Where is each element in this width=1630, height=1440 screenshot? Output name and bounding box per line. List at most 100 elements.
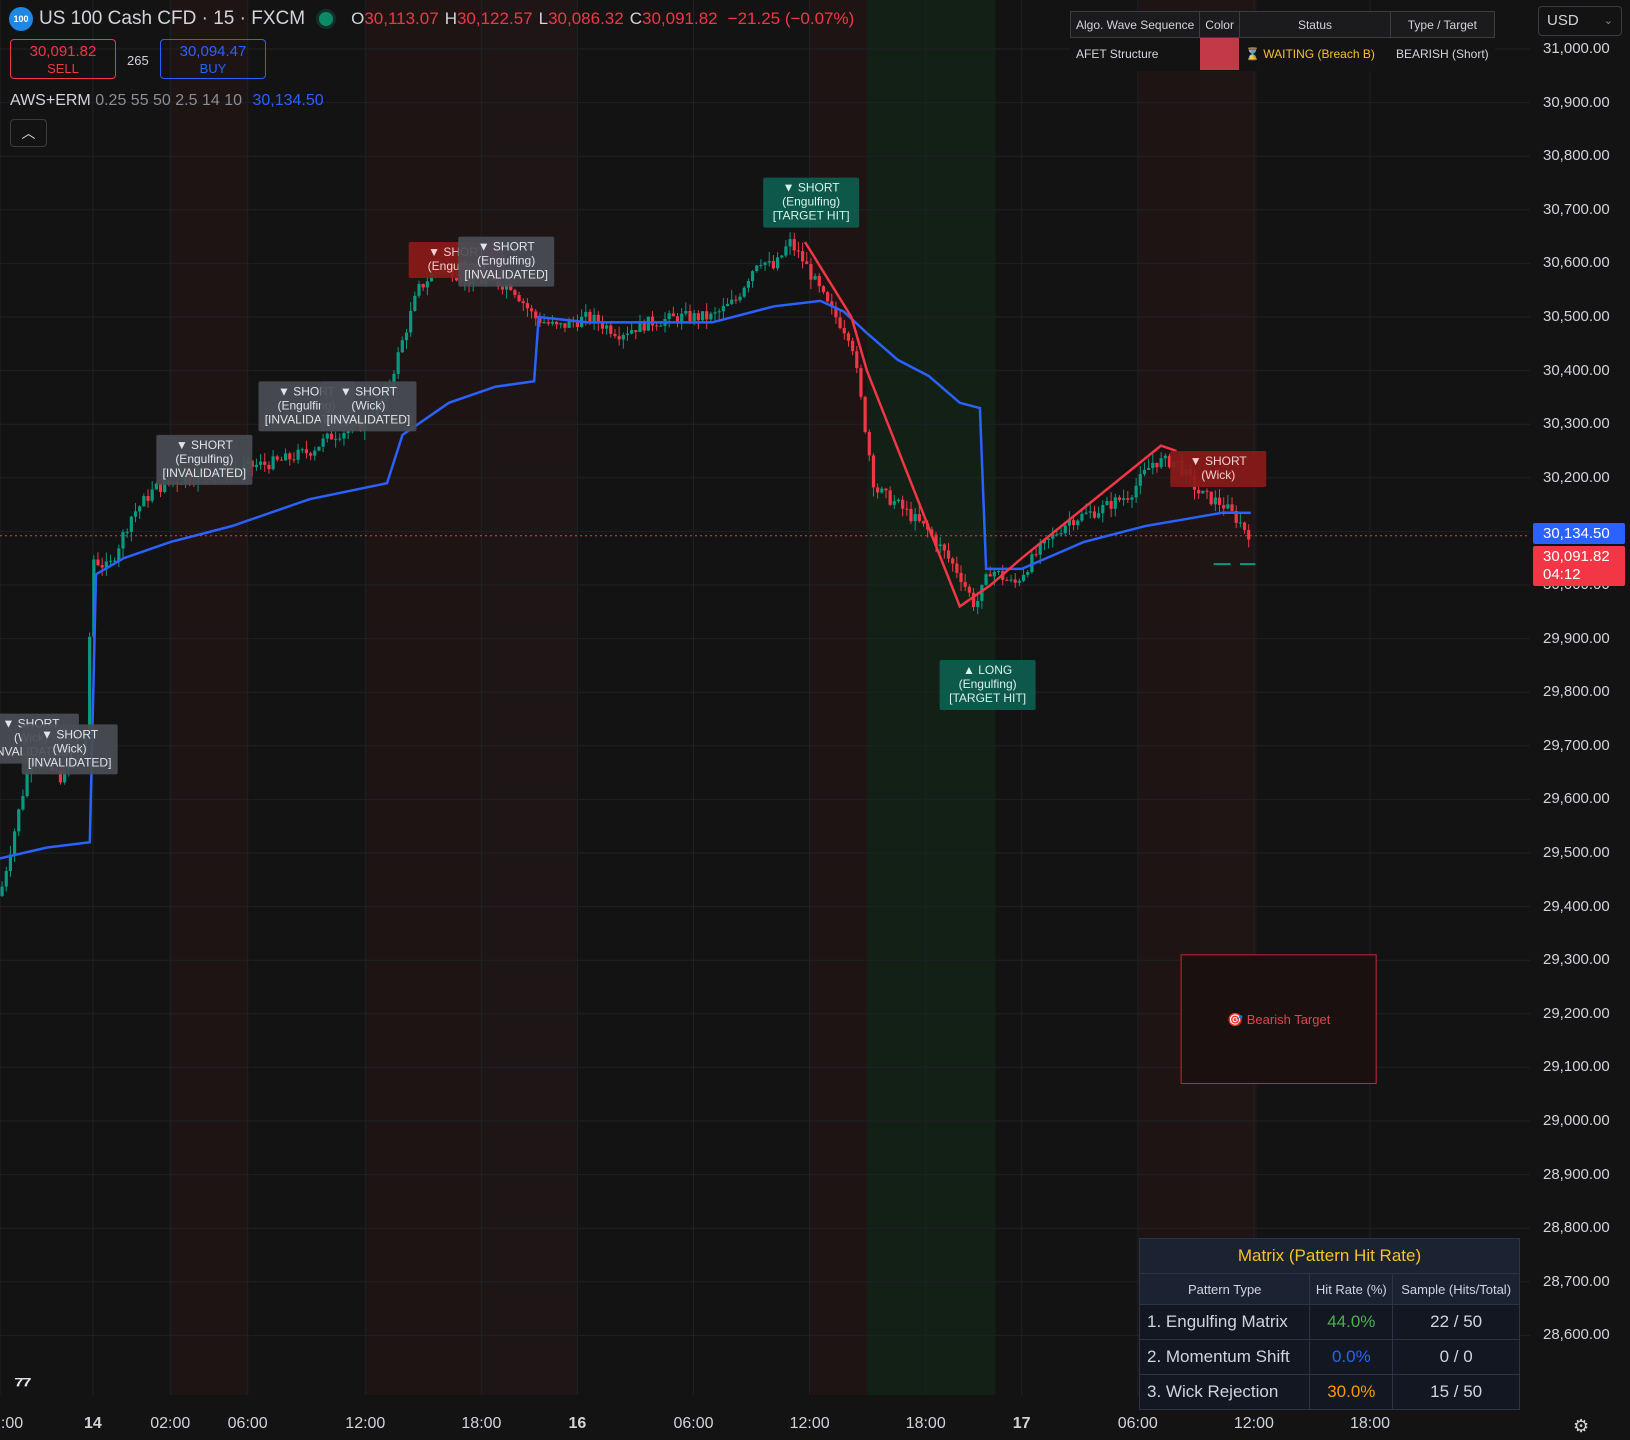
signal-label-text: (Wick) [53,741,87,755]
candle-body [529,308,534,312]
candle-body [951,558,955,564]
candle-body [784,246,788,256]
candle-body [421,283,425,288]
time-tick-label: 18:00 [905,1415,946,1432]
last-price-value: 30,091.82 [1543,548,1610,565]
symbol-badge-icon[interactable]: 100 [9,7,33,31]
candle-body [855,351,859,369]
time-tick-label: 18:00 [461,1415,502,1432]
candle-body [871,455,876,488]
sell-label: SELL [47,61,79,76]
candle-body [988,574,992,577]
candle-body [21,796,25,810]
candle-body [534,311,538,319]
candle-body [17,809,21,832]
candle-body [1201,490,1205,494]
candle-body [921,520,926,524]
price-chart[interactable]: ▼ SHORT(Wick)[INVALIDATED]▼ SHORT(Wick)[… [0,0,1630,1440]
settings-gear-icon[interactable]: ⚙ [1573,1416,1589,1437]
signal-label-text: (Engulfing) [959,677,1017,691]
signal-label-text: (Engulfing) [175,452,233,466]
candle-body [1009,579,1013,581]
candle-body [946,550,951,559]
candle-body [1138,474,1142,486]
price-tick-label: 30,600.00 [1543,254,1610,272]
buy-button[interactable]: 30,094.47 BUY [160,39,266,79]
time-tick-label: 06:00 [673,1415,714,1432]
candle-body [767,261,771,263]
indicator-value: 30,134.50 [252,92,324,109]
tradingview-logo-icon[interactable]: ⁷⁷ [14,1372,32,1400]
signal-label-long: ▲ LONG(Engulfing)[TARGET HIT] [939,660,1036,711]
candle-body [1226,504,1230,509]
candle-body [334,438,338,440]
price-tick-label: 28,900.00 [1543,1165,1610,1183]
market-open-icon [319,12,334,26]
candle-body [771,261,776,269]
candle-body [730,299,734,304]
candle-body [826,292,830,302]
candle-body [613,333,617,337]
candle-body [984,574,988,585]
candle-body [271,456,275,470]
candle-body [605,325,609,329]
buy-label: BUY [199,61,227,76]
candle-body [659,325,663,327]
candle-body [321,438,325,447]
time-tick-label: 02:00 [150,1415,191,1432]
matrix-sample: 22 / 50 [1392,1304,1520,1340]
time-tick-label: 06:00 [227,1415,268,1432]
spread-value: 265 [127,53,149,68]
candle-body [1209,491,1213,505]
signal-label-text: (Engulfing) [477,254,535,268]
matrix-pattern: 3. Wick Rejection [1138,1374,1311,1410]
price-tick-label: 30,400.00 [1543,361,1610,379]
time-tick-label: 14 [83,1415,102,1432]
algo-status-table: Algo. Wave Sequence Color Status Type / … [1069,11,1495,71]
candle-body [851,340,855,352]
candle-body [1071,520,1076,526]
candle-body [567,320,571,328]
currency-value: USD [1547,12,1579,29]
symbol-title[interactable]: US 100 Cash CFD · 15 · FXCM [39,8,305,30]
candle-body [901,499,905,509]
candle-body [592,314,596,322]
candle-body [846,333,851,341]
candle-body [775,257,780,269]
candle-body [880,488,884,493]
candle-body [1092,511,1097,518]
indicator-legend[interactable]: AWS+ERM 0.25 55 50 2.5 14 10 30,134.50 [10,92,324,110]
price-tick-label: 30,700.00 [1543,200,1610,218]
candle-body [142,496,146,507]
collapse-legend-button[interactable]: ︿ [10,119,47,147]
status-sequence: AFET Structure [1069,37,1201,71]
price-tick-label: 30,900.00 [1543,93,1610,111]
countdown-timer: 04:12 [1543,566,1581,583]
candle-body [309,453,313,456]
chevron-up-icon: ︿ [21,125,36,141]
candle-body [905,508,909,510]
candle-body [584,311,588,317]
candle-body [813,275,817,280]
candle-body [909,508,913,522]
candle-body [1017,580,1021,583]
candle-body [700,311,705,321]
currency-select[interactable]: USD ⌄ [1538,6,1622,36]
candle-body [542,322,546,324]
candle-body [133,511,138,517]
candle-body [959,572,963,583]
price-tick-label: 29,200.00 [1543,1004,1610,1022]
candle-body [267,464,271,470]
candle-body [896,499,901,502]
candle-body [705,311,709,320]
candle-body [317,446,321,451]
candle-body [500,286,504,290]
buy-price: 30,094.47 [179,43,247,60]
price-tick-label: 29,800.00 [1543,683,1610,701]
candle-body [763,262,767,265]
signal-label-text: ▼ SHORT [41,727,99,741]
price-tick-label: 29,700.00 [1543,736,1610,754]
candle-body [263,461,267,465]
sell-button[interactable]: 30,091.82 SELL [10,39,116,79]
candle-body [1130,497,1134,500]
